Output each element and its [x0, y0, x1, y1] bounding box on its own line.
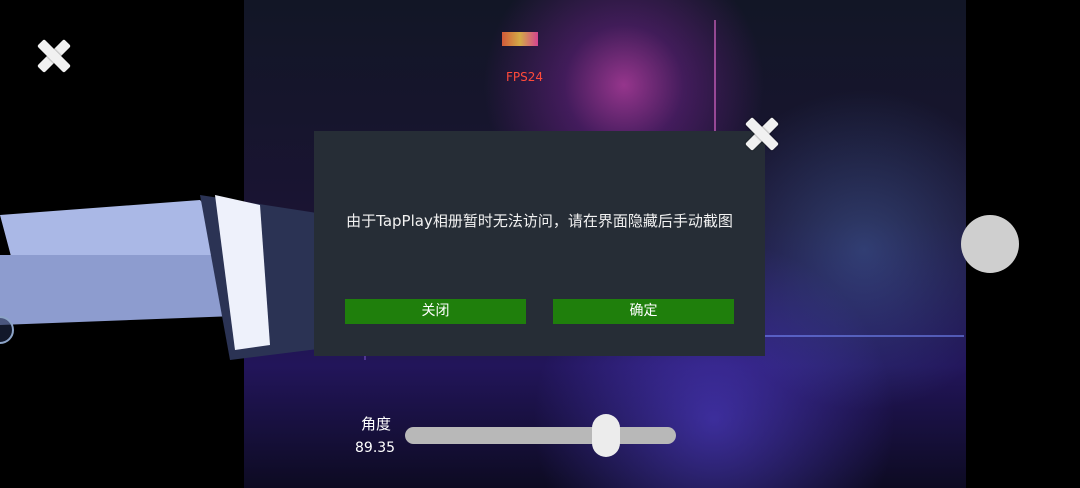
angle-slider-thumb[interactable] [591, 414, 620, 457]
neon-sign [502, 32, 538, 46]
angle-value: 89.35 [355, 440, 396, 456]
screenshot-dialog: 由于TapPlay相册暂时无法访问，请在界面隐藏后手动截图 关闭 确定 [314, 131, 765, 356]
dialog-close-icon[interactable] [745, 117, 779, 151]
angle-slider-track[interactable] [405, 427, 676, 444]
circle-button[interactable] [961, 215, 1019, 273]
close-icon[interactable] [37, 39, 71, 73]
fps-counter: FPS24 [506, 70, 544, 84]
close-button[interactable]: 关闭 [345, 299, 526, 324]
character-legs [0, 195, 350, 360]
dialog-message: 由于TapPlay相册暂时无法访问，请在界面隐藏后手动截图 [346, 212, 733, 230]
confirm-button[interactable]: 确定 [553, 299, 734, 324]
angle-label: 角度 [361, 415, 392, 433]
